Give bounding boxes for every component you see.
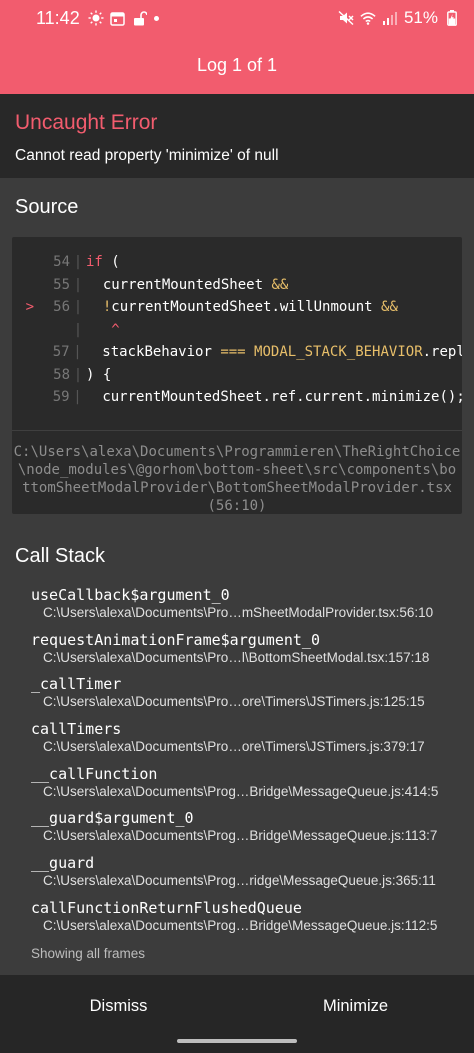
code-text: ^ — [111, 321, 120, 338]
gutter-separator: | — [73, 254, 83, 270]
line-number: 54 — [53, 254, 70, 270]
source-line: 57 | stackBehavior === MODAL_STACK_BEHAVI… — [12, 341, 462, 364]
signal-icon — [382, 10, 398, 26]
line-number — [34, 319, 70, 342]
mute-icon — [338, 10, 354, 26]
code-text: ) { — [86, 366, 112, 383]
error-line-marker — [12, 319, 34, 342]
code-text: currentMountedSheet && — [86, 276, 289, 293]
stack-frame-function: __guard — [31, 854, 95, 873]
error-line-marker — [12, 341, 34, 364]
stack-frame-function: callTimers — [31, 720, 122, 739]
call-stack-heading: Call Stack — [15, 545, 106, 567]
source-line: 55 | currentMountedSheet && — [12, 274, 462, 297]
log-header-title: Log 1 of 1 — [196, 54, 278, 75]
source-line: 59 | currentMountedSheet.ref.current.mini… — [12, 386, 462, 409]
gutter-separator: | — [73, 276, 83, 293]
status-left-icons — [88, 10, 159, 26]
gutter-separator: | — [73, 389, 82, 405]
wifi-icon — [360, 10, 376, 26]
weather-sun-icon — [88, 10, 104, 26]
status-bar: 11:42 51% — [0, 0, 474, 36]
source-code-lines: 54 | if (55 | currentMountedSheet && >56 | !c… — [12, 251, 462, 409]
minimize-button[interactable]: Minimize — [237, 975, 474, 1038]
line-number: 56 — [53, 299, 70, 315]
status-time: 11:42 — [36, 7, 80, 28]
stack-frame[interactable]: __callFunction C:\Users\alexa\Documents\P… — [0, 764, 474, 809]
stack-frame[interactable]: callTimers C:\Users\alexa\Documents\Pro…o… — [0, 719, 474, 764]
stack-frame[interactable]: callFunctionReturnFlushedQueue C:\Users\a… — [0, 898, 474, 943]
code-text: stackBehavior === MODAL_STACK_BEHAVIOR.r… — [85, 344, 462, 360]
error-title: Uncaught Error — [15, 111, 158, 134]
line-number: 55 — [53, 276, 70, 293]
source-line: 58 |) { — [12, 364, 462, 387]
source-line: 54 | if ( — [12, 251, 462, 274]
error-line-marker: > — [25, 299, 34, 315]
stack-frame-function: __guard$argument_0 — [31, 809, 194, 828]
dismiss-button[interactable]: Dismiss — [0, 975, 237, 1038]
battery-percent: 51% — [403, 8, 438, 27]
stack-frame-path: C:\Users\alexa\Documents\Prog…Bridge\Mes… — [43, 783, 439, 799]
stack-frame-path: C:\Users\alexa\Documents\Pro…ore\Timers\… — [43, 739, 425, 755]
navigation-bar — [0, 1038, 474, 1053]
error-message: Cannot read property 'minimize' of null — [15, 147, 279, 164]
stack-frame[interactable]: useCallback$argument_0 C:\Users\alexa\Doc… — [0, 585, 474, 630]
code-text: !currentMountedSheet.willUnmount && — [102, 299, 398, 315]
status-right-icons: 51% — [338, 8, 460, 28]
stack-frame[interactable]: __guard C:\Users\alexa\Documents\Prog…rid… — [0, 853, 474, 898]
source-heading: Source — [15, 196, 79, 218]
stack-frame-function: useCallback$argument_0 — [31, 586, 230, 604]
code-text: if ( — [86, 254, 120, 270]
source-line: | ^ — [12, 319, 462, 342]
code-text: currentMountedSheet.ref.current.minimize… — [85, 389, 462, 405]
gutter-separator: | — [73, 299, 83, 315]
gutter-separator: | — [73, 366, 83, 383]
stack-frame-path: C:\Users\alexa\Documents\Pro…l\BottomShe… — [43, 649, 430, 665]
stack-frame-path: C:\Users\alexa\Documents\Prog…ridge\Mess… — [43, 873, 436, 889]
line-number: 58 — [53, 366, 70, 383]
home-indicator[interactable] — [177, 1039, 297, 1043]
file-path-line: \node_modules\@gorhom\bottom-sheet\src\c… — [17, 462, 457, 478]
stack-frame-function: _callTimer — [31, 675, 122, 694]
stack-frame-path: C:\Users\alexa\Documents\Prog…Bridge\Mes… — [43, 917, 438, 933]
error-line-marker — [12, 386, 34, 409]
lock-open-icon — [132, 10, 148, 26]
stack-frame-path: C:\Users\alexa\Documents\Pro…mSheetModal… — [43, 605, 434, 620]
error-line-marker — [12, 251, 34, 274]
action-bar: Dismiss Minimize — [0, 975, 474, 1038]
error-line-marker — [12, 364, 34, 387]
stack-frame-function: __callFunction — [31, 764, 158, 783]
source-code-box[interactable]: 54 | if (55 | currentMountedSheet && >56 | !c… — [12, 237, 462, 514]
battery-icon — [444, 10, 460, 26]
source-file-location: C:\Users\alexa\Documents\Programmieren\T… — [12, 430, 462, 514]
stack-frame[interactable]: requestAnimationFrame$argument_0 C:\Users… — [0, 630, 474, 675]
calendar-icon — [110, 10, 126, 26]
line-number: 57 — [52, 344, 70, 360]
file-path-line: ttomSheetModalProvider\BottomSheetModalP… — [22, 480, 452, 496]
stack-frame[interactable]: _callTimer C:\Users\alexa\Documents\Pro…o… — [0, 674, 474, 719]
file-path-line: (56:10) — [207, 498, 267, 514]
error-summary: Uncaught Error Cannot read property 'min… — [0, 94, 474, 178]
stack-frame-function: requestAnimationFrame$argument_0 — [31, 630, 320, 649]
file-path-line: C:\Users\alexa\Documents\Programmieren\T… — [13, 444, 461, 460]
log-header: Log 1 of 1 — [0, 36, 474, 94]
stack-frame[interactable]: __guard$argument_0 C:\Users\alexa\Documen… — [0, 808, 474, 853]
call-stack-list: useCallback$argument_0 C:\Users\alexa\Doc… — [0, 585, 474, 943]
gutter-separator: | — [73, 321, 83, 338]
error-line-marker — [12, 274, 34, 297]
stack-frame-path: C:\Users\alexa\Documents\Pro…ore\Timers\… — [43, 694, 425, 710]
stack-frame-function: callFunctionReturnFlushedQueue — [31, 898, 302, 917]
line-number: 59 — [52, 389, 70, 405]
gutter-separator: | — [73, 344, 82, 360]
source-line: >56 | !currentMountedSheet.willUnmount && — [12, 296, 462, 319]
showing-all-frames-label[interactable]: Showing all frames — [31, 946, 145, 961]
notification-dot-icon — [153, 15, 159, 21]
stack-frame-path: C:\Users\alexa\Documents\Prog…Bridge\Mes… — [43, 828, 438, 844]
